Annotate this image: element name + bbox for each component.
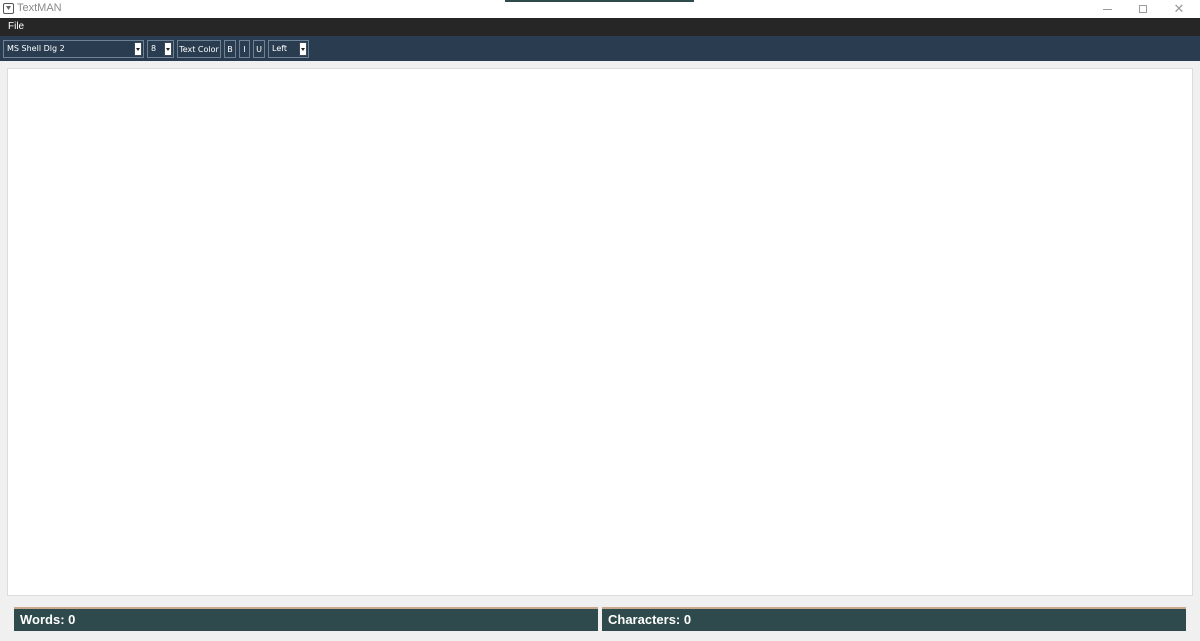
word-count: Words: 0 — [20, 612, 76, 627]
app-icon — [3, 3, 14, 14]
character-count-panel: Characters: 0 — [602, 607, 1186, 631]
minimize-button[interactable] — [1089, 0, 1125, 18]
menu-file[interactable]: File — [8, 21, 24, 32]
window-title: TextMAN — [17, 2, 62, 14]
text-editor[interactable] — [7, 68, 1193, 596]
font-family-value: MS Shell Dlg 2 — [7, 44, 65, 53]
font-size-select[interactable]: 8 — [147, 40, 174, 58]
character-count: Characters: 0 — [608, 612, 692, 627]
word-count-panel: Words: 0 — [14, 607, 598, 631]
text-color-button[interactable]: Text Color — [177, 40, 221, 58]
italic-button[interactable]: I — [239, 40, 250, 58]
alignment-select[interactable]: Left — [268, 40, 309, 58]
formatting-toolbar: MS Shell Dlg 2 8 Text Color B I U Left — [0, 36, 1200, 61]
title-bar: TextMAN ✕ — [0, 0, 1200, 18]
chevron-down-icon[interactable] — [164, 42, 172, 56]
chevron-down-icon[interactable] — [299, 42, 307, 56]
font-size-value: 8 — [151, 44, 157, 53]
minimize-icon — [1102, 8, 1112, 10]
restore-button[interactable] — [1125, 0, 1161, 18]
underline-button[interactable]: U — [253, 40, 265, 58]
restore-icon — [1139, 5, 1147, 13]
close-icon: ✕ — [1173, 1, 1185, 17]
font-family-select[interactable]: MS Shell Dlg 2 — [3, 40, 144, 58]
bold-button[interactable]: B — [224, 40, 236, 58]
close-button[interactable]: ✕ — [1161, 0, 1197, 18]
title-accent-line — [505, 0, 694, 2]
chevron-down-icon[interactable] — [134, 42, 142, 56]
alignment-value: Left — [272, 44, 288, 53]
menu-bar: File — [0, 18, 1200, 36]
